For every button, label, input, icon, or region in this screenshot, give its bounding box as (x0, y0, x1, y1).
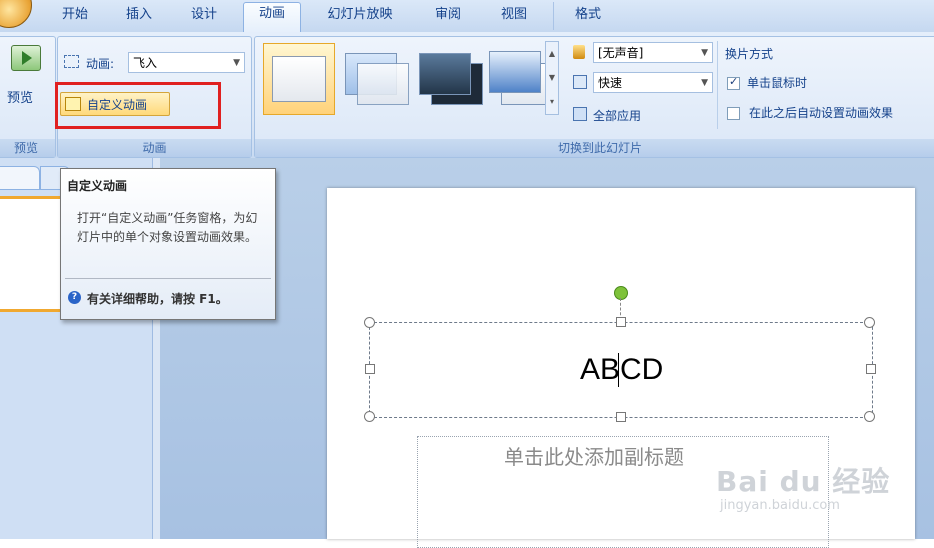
tooltip-body: 打开“自定义动画”任务窗格，为幻灯片中的单个对象设置动画效果。 (77, 211, 258, 244)
advance-title: 换片方式 (725, 47, 774, 61)
preview-icon (11, 45, 41, 71)
contextual-tab-divider (553, 2, 554, 30)
check-icon: ✓ (729, 75, 739, 88)
preview-label: 预览 (7, 91, 34, 106)
office-button[interactable] (0, 0, 32, 28)
watermark-url: jingyan.baidu.com (720, 498, 840, 513)
animation-combo-value: 飞入 (133, 56, 158, 70)
transition-group: ▲ ▼ ▾ [无声音] ▼ 快速 ▼ 全部应用 换片方式 ✓ 单击鼠标时 在此之… (254, 36, 934, 158)
resize-handle-br[interactable] (864, 411, 875, 422)
resize-handle-mr[interactable] (866, 364, 876, 374)
on-click-label: 单击鼠标时 (747, 76, 808, 90)
resize-handle-tl[interactable] (364, 317, 375, 328)
tab-slideshow[interactable]: 幻灯片放映 (320, 4, 400, 28)
transition-thumb-none[interactable] (263, 43, 335, 115)
resize-handle-ml[interactable] (365, 364, 375, 374)
transition-thumb-fade[interactable] (341, 47, 411, 111)
apply-all-button[interactable]: 全部应用 (571, 105, 691, 125)
tooltip-title: 自定义动画 (67, 179, 128, 193)
title-placeholder[interactable]: ABCD (369, 322, 873, 418)
watermark-logo: Bai du 经验 (716, 465, 891, 498)
sound-icon (573, 45, 585, 59)
tooltip-help-text: 有关详细帮助，请按 F1。 (87, 292, 228, 306)
tab-review[interactable]: 审阅 (431, 4, 465, 28)
resize-handle-bm[interactable] (616, 412, 626, 422)
slide-thumbnail[interactable] (0, 196, 66, 312)
tab-design[interactable]: 设计 (187, 4, 221, 28)
sound-combo[interactable]: [无声音] ▼ (593, 42, 713, 63)
tab-home[interactable]: 开始 (58, 4, 92, 28)
speed-combo[interactable]: 快速 ▼ (593, 72, 713, 93)
speed-icon (573, 75, 587, 89)
resize-handle-tr[interactable] (864, 317, 875, 328)
apply-all-label: 全部应用 (593, 109, 642, 123)
speed-combo-value: 快速 (598, 76, 623, 90)
chevron-down-icon: ▼ (701, 78, 708, 88)
slides-pane-tab[interactable] (0, 166, 40, 190)
title-text[interactable]: ABCD (580, 353, 663, 387)
preview-button[interactable]: 预览 (3, 41, 43, 111)
scroll-down-icon[interactable]: ▼ (546, 66, 558, 90)
apply-all-icon (573, 107, 587, 121)
animation-combo[interactable]: 飞入 ▼ (128, 52, 245, 73)
tooltip-custom-animation: 自定义动画 打开“自定义动画”任务窗格，为幻灯片中的单个对象设置动画效果。 ? … (60, 168, 276, 320)
transition-thumb-black[interactable] (415, 47, 485, 111)
ribbon-tab-strip: 开始 插入 设计 动画 幻灯片放映 审阅 视图 格式 (0, 0, 934, 34)
preview-group: 预览 预览 (0, 36, 56, 158)
text-cursor (618, 353, 619, 387)
animation-label: 动画: (86, 57, 115, 71)
tab-animations[interactable]: 动画 (243, 2, 301, 34)
advance-separator (717, 41, 718, 129)
resize-handle-tm[interactable] (616, 317, 626, 327)
on-click-checkbox[interactable]: ✓ (727, 75, 740, 90)
tab-insert[interactable]: 插入 (122, 4, 156, 28)
tab-format[interactable]: 格式 (570, 4, 606, 28)
resize-handle-bl[interactable] (364, 411, 375, 422)
help-icon: ? (68, 291, 81, 304)
transition-group-label: 切换到此幻灯片 (255, 139, 934, 157)
preview-group-label: 预览 (0, 139, 55, 157)
auto-after-label: 在此之后自动设置动画效果 (749, 106, 894, 120)
gallery-more-icon[interactable]: ▾ (546, 90, 558, 114)
subtitle-placeholder-text: 单击此处添加副标题 (504, 445, 684, 469)
chevron-down-icon: ▼ (233, 58, 240, 68)
chevron-down-icon: ▼ (701, 48, 708, 58)
transition-gallery (261, 39, 569, 117)
animation-icon (64, 55, 79, 68)
auto-after-checkbox[interactable] (727, 107, 740, 120)
gallery-scrollbar[interactable]: ▲ ▼ ▾ (545, 41, 559, 115)
rotation-handle[interactable] (614, 286, 628, 300)
scroll-up-icon[interactable]: ▲ (546, 42, 558, 66)
tooltip-divider (65, 278, 271, 279)
highlight-box (55, 82, 221, 129)
tab-view[interactable]: 视图 (497, 4, 531, 28)
sound-combo-value: [无声音] (598, 46, 644, 60)
animation-group-label: 动画 (58, 139, 251, 157)
